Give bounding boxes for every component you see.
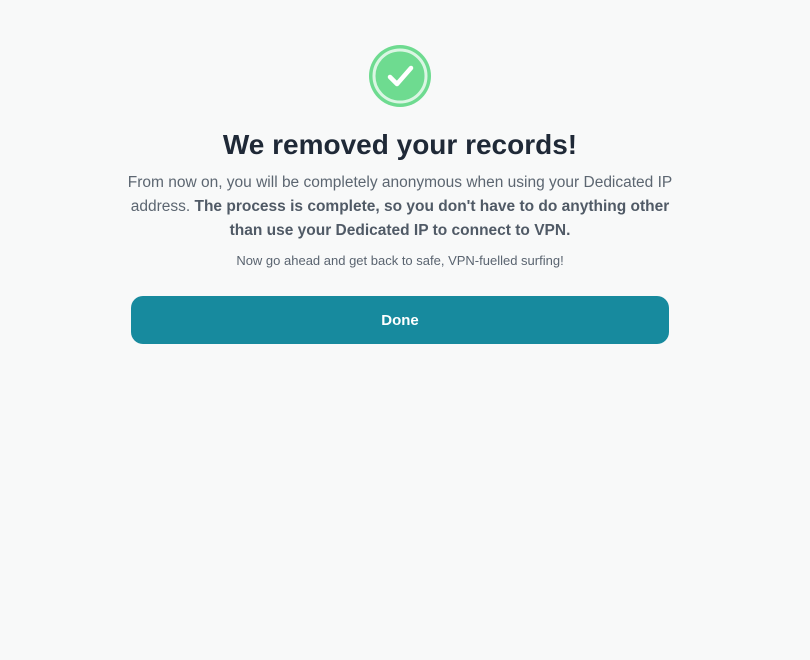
description-bold: The process is complete, so you don't ha… bbox=[194, 198, 670, 239]
done-button[interactable]: Done bbox=[131, 296, 669, 344]
check-circle-icon bbox=[368, 44, 432, 108]
description-text: From now on, you will be completely anon… bbox=[125, 171, 675, 243]
subnote-text: Now go ahead and get back to safe, VPN-f… bbox=[236, 253, 564, 268]
page-title: We removed your records! bbox=[222, 129, 578, 160]
success-page: We removed your records! From now on, yo… bbox=[0, 0, 810, 660]
